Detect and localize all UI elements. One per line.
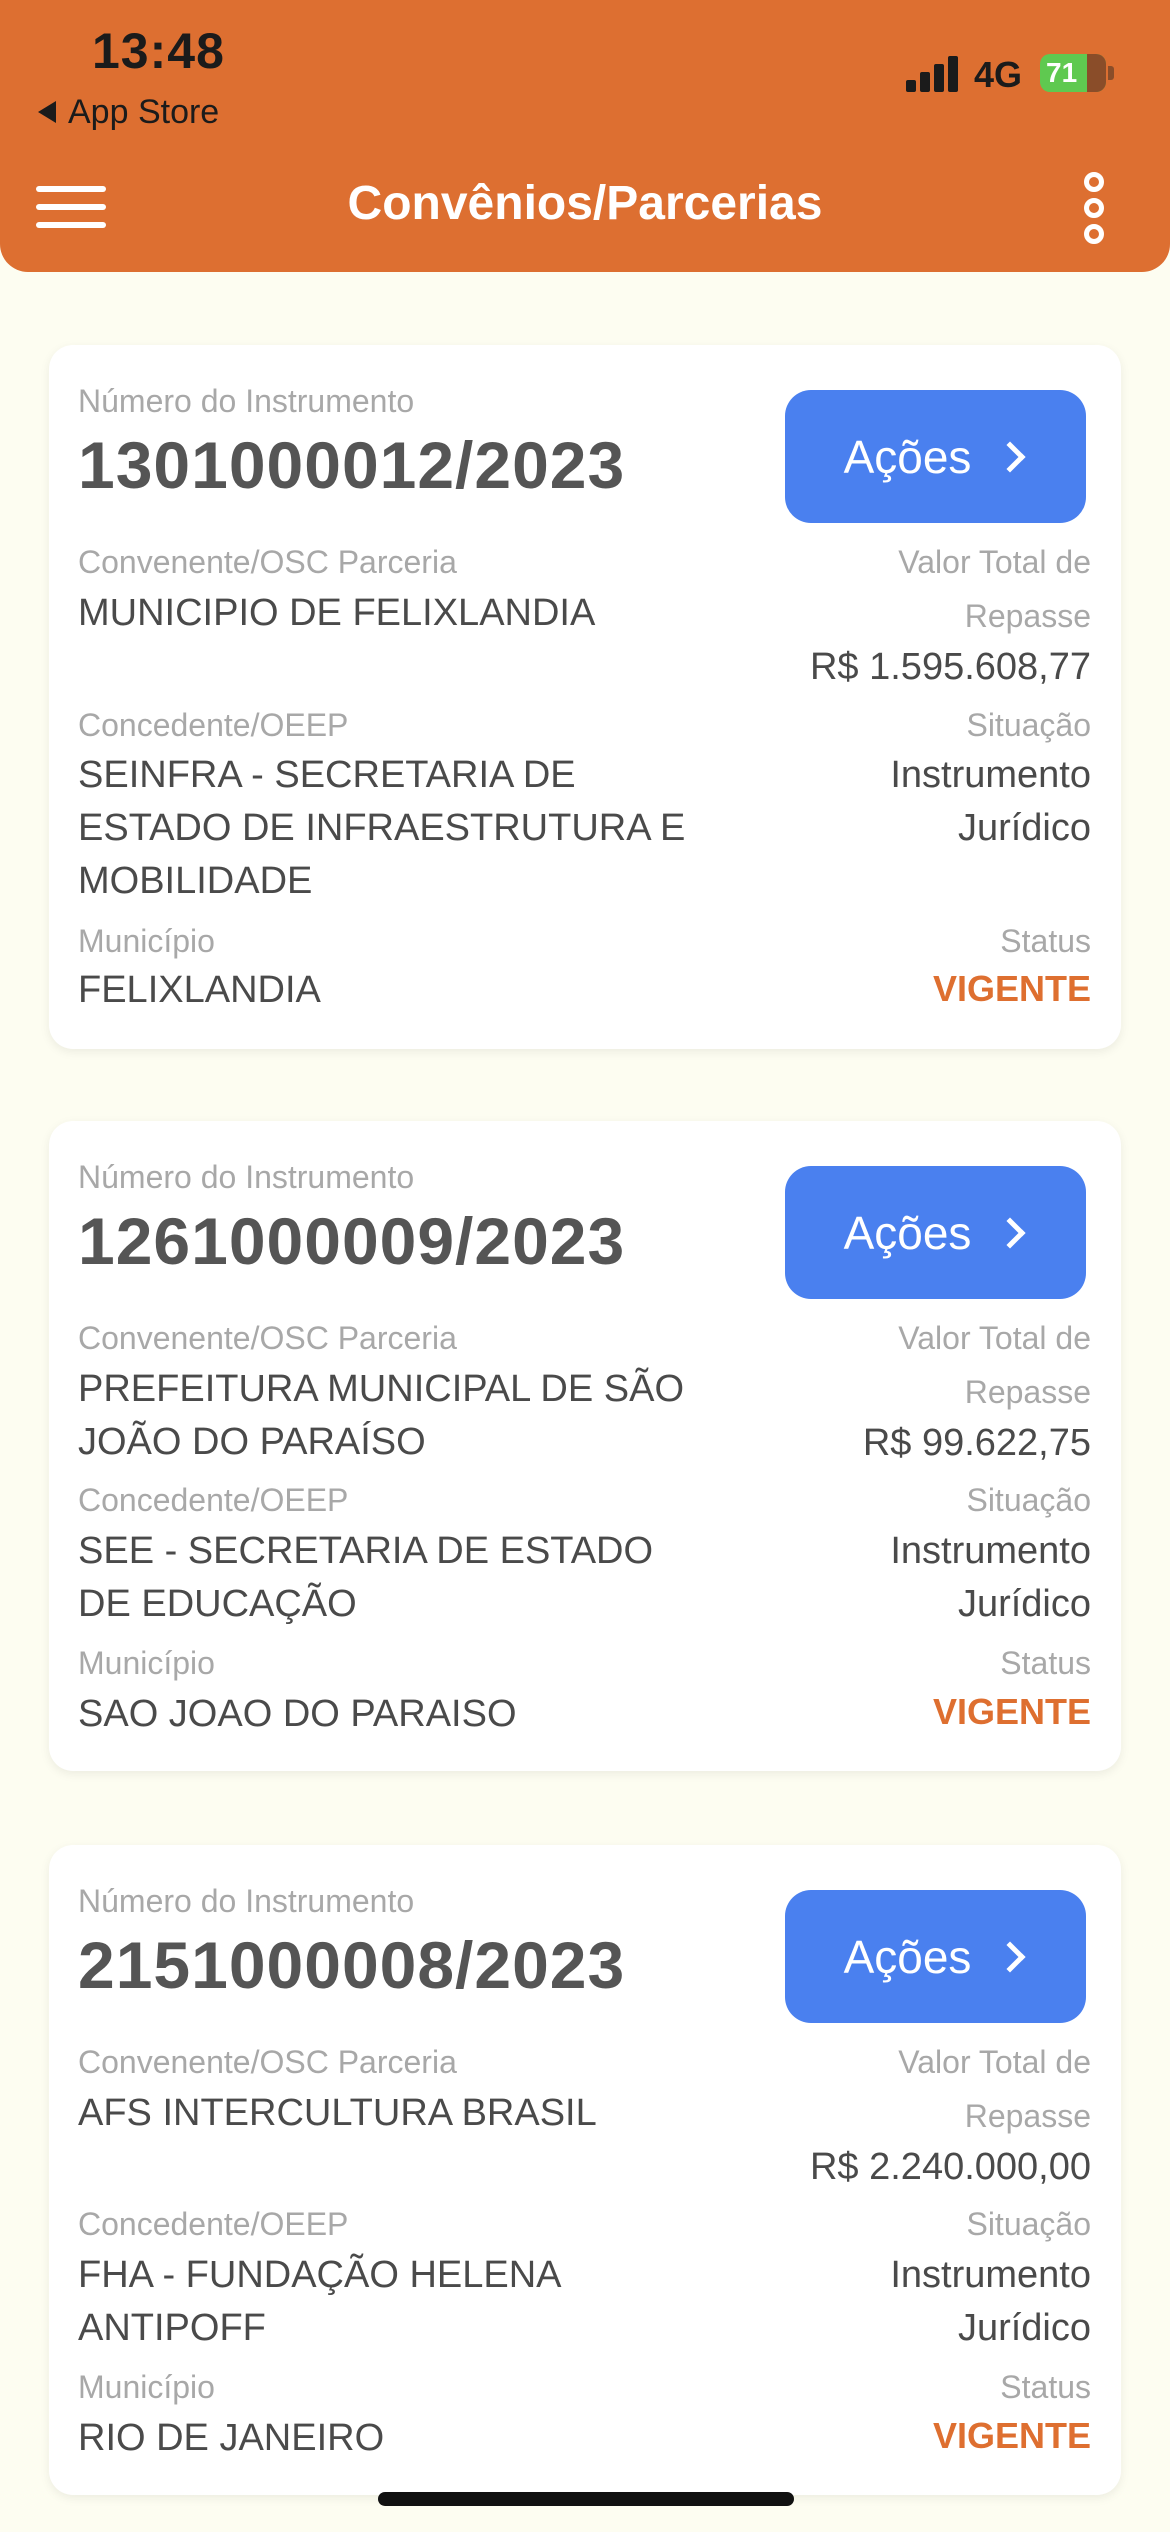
page-title: Convênios/Parcerias <box>347 177 823 230</box>
more-options-icon[interactable] <box>1076 172 1112 244</box>
convenente-value: AFS INTERCULTURA BRASIL <box>78 2092 597 2134</box>
valor-label-line2: Repasse <box>964 598 1091 634</box>
concedente-value: SEINFRA - SECRETARIA DE ESTADO DE INFRAE… <box>78 754 686 902</box>
valor-value: R$ 99.622,75 <box>862 1422 1091 1464</box>
concedente-value: SEE - SECRETARIA DE ESTADO DE EDUCAÇÃO <box>78 1530 654 1625</box>
convenente-label: Convenente/OSC Parceria <box>78 544 457 580</box>
situacao-label: Situação <box>966 2206 1091 2242</box>
convenente-value: MUNICIPIO DE FELIXLANDIA <box>78 592 596 634</box>
back-to-app-store[interactable]: App Store <box>38 92 219 132</box>
battery-tip <box>1108 66 1114 80</box>
network-type: 4G <box>974 54 1023 95</box>
instrument-card[interactable]: Número do Instrumento 1301000012/2023 Aç… <box>49 345 1121 1049</box>
chevron-right-icon <box>994 1216 1026 1249</box>
valor-value: R$ 1.595.608,77 <box>809 646 1091 688</box>
numero-label: Número do Instrumento <box>78 1159 415 1195</box>
acoes-label: Ações <box>843 430 972 483</box>
status-label: Status <box>1000 2369 1091 2405</box>
status-label: Status <box>1000 923 1091 959</box>
valor-label-line1: Valor Total de <box>898 544 1091 580</box>
cellular-signal-icon <box>906 54 962 92</box>
convenente-label: Convenente/OSC Parceria <box>78 2044 457 2080</box>
home-indicator[interactable] <box>378 2492 794 2506</box>
numero-label: Número do Instrumento <box>78 1883 415 1919</box>
status-label: Status <box>1000 1645 1091 1681</box>
app-header: 13:48 App Store 4G 71 Convênios/Parceria… <box>0 0 1170 272</box>
battery-percent: 71 <box>1046 57 1078 88</box>
valor-label-line2: Repasse <box>964 2098 1091 2134</box>
acoes-label: Ações <box>843 1206 972 1259</box>
valor-label-line1: Valor Total de <box>898 2044 1091 2080</box>
concedente-label: Concedente/OEEP <box>78 1482 349 1518</box>
status-time: 13:48 <box>92 23 225 79</box>
numero-label: Número do Instrumento <box>78 383 415 419</box>
status-badge: VIGENTE <box>932 1691 1091 1732</box>
back-arrow-icon <box>38 101 56 123</box>
convenente-value: PREFEITURA MUNICIPAL DE SÃO JOÃO DO PARA… <box>78 1368 684 1463</box>
situacao-value: Instrumento Jurídico <box>890 754 1091 849</box>
municipio-label: Município <box>78 2369 215 2405</box>
situacao-label: Situação <box>966 707 1091 743</box>
valor-label-line2: Repasse <box>964 1374 1091 1410</box>
municipio-label: Município <box>78 1645 215 1681</box>
municipio-value: FELIXLANDIA <box>78 969 321 1011</box>
situacao-label: Situação <box>966 1482 1091 1518</box>
acoes-button[interactable]: Ações <box>785 1166 1086 1299</box>
acoes-button[interactable]: Ações <box>785 390 1086 523</box>
municipio-value: SAO JOAO DO PARAISO <box>78 1693 517 1735</box>
instrument-number: 2151000008/2023 <box>78 1928 626 2002</box>
instrument-number: 1301000012/2023 <box>78 428 626 502</box>
battery-icon: 71 <box>1040 54 1106 92</box>
concedente-label: Concedente/OEEP <box>78 707 349 743</box>
acoes-button[interactable]: Ações <box>785 1890 1086 2023</box>
acoes-label: Ações <box>843 1930 972 1983</box>
concedente-value: FHA - FUNDAÇÃO HELENA ANTIPOFF <box>78 2254 562 2349</box>
municipio-value: RIO DE JANEIRO <box>78 2417 385 2459</box>
back-label: App Store <box>68 92 220 131</box>
convenente-label: Convenente/OSC Parceria <box>78 1320 457 1356</box>
battery-empty-portion <box>1086 54 1106 92</box>
instrument-number: 1261000009/2023 <box>78 1204 626 1278</box>
status-badge: VIGENTE <box>932 968 1091 1009</box>
valor-label-line1: Valor Total de <box>898 1320 1091 1356</box>
chevron-right-icon <box>994 440 1026 473</box>
status-badge: VIGENTE <box>932 2415 1091 2456</box>
municipio-label: Município <box>78 923 215 959</box>
concedente-label: Concedente/OEEP <box>78 2206 349 2242</box>
instrument-card[interactable]: Número do Instrumento 1261000009/2023 Aç… <box>49 1121 1121 1771</box>
situacao-value: Instrumento Jurídico <box>890 1530 1091 1625</box>
valor-value: R$ 2.240.000,00 <box>809 2146 1091 2188</box>
situacao-value: Instrumento Jurídico <box>890 2254 1091 2349</box>
chevron-right-icon <box>994 1940 1026 1973</box>
instrument-card[interactable]: Número do Instrumento 2151000008/2023 Aç… <box>49 1845 1121 2495</box>
